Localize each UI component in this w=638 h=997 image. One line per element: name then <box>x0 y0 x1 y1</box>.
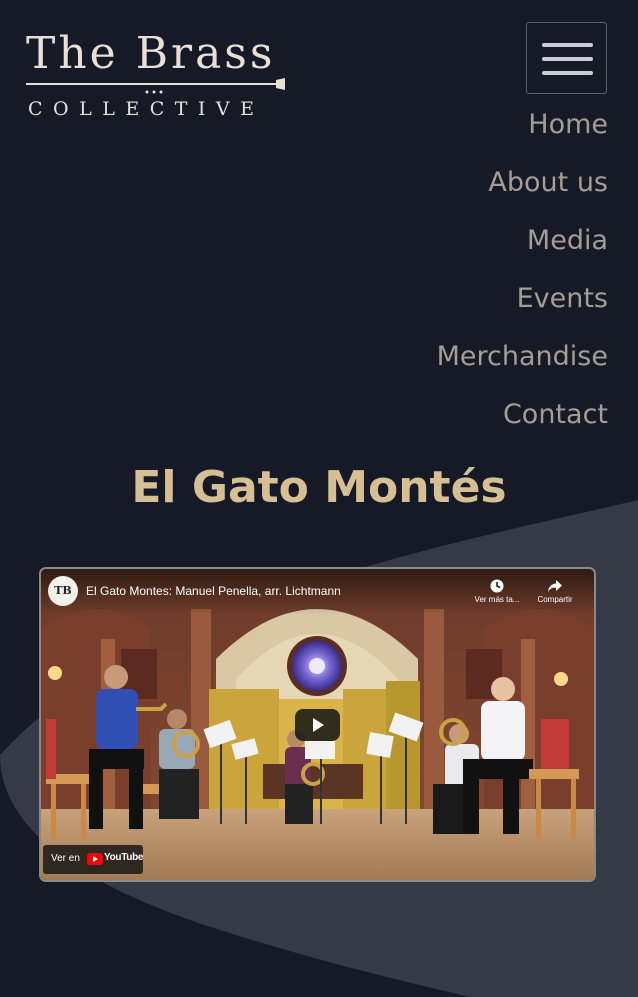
nav-item-contact[interactable]: Contact <box>437 390 608 448</box>
clock-icon <box>490 579 504 593</box>
watch-later-button[interactable]: Ver más ta... <box>471 579 523 604</box>
main-nav: Home About us Media Events Merchandise C… <box>437 100 608 448</box>
nav-item-events[interactable]: Events <box>437 274 608 332</box>
share-icon <box>548 580 562 592</box>
page-title: El Gato Montés <box>131 462 507 513</box>
watch-later-label: Ver más ta... <box>474 595 520 604</box>
nav-item-merchandise[interactable]: Merchandise <box>437 332 608 390</box>
watch-on-label: Ver en <box>51 853 80 864</box>
share-label: Compartir <box>537 595 573 604</box>
youtube-label: YouTube <box>104 852 144 863</box>
site-logo[interactable]: The Brass COLLECTIVE <box>26 28 288 124</box>
channel-avatar[interactable]: TB <box>48 576 78 606</box>
video-embed[interactable]: TB El Gato Montes: Manuel Penella, arr. … <box>41 569 594 880</box>
youtube-logo-icon <box>87 853 103 865</box>
nav-item-about-us[interactable]: About us <box>437 158 608 216</box>
logo-subtitle: COLLECTIVE <box>28 98 265 120</box>
play-icon[interactable] <box>295 709 340 741</box>
video-title[interactable]: El Gato Montes: Manuel Penella, arr. Lic… <box>86 584 341 598</box>
nav-item-home[interactable]: Home <box>437 100 608 158</box>
menu-toggle-button[interactable] <box>526 22 607 94</box>
logo-title: The Brass <box>26 28 276 79</box>
share-button[interactable]: Compartir <box>529 579 581 604</box>
nav-item-media[interactable]: Media <box>437 216 608 274</box>
watch-on-youtube-button[interactable]: Ver en YouTube <box>43 845 144 874</box>
logo-rule-icon <box>26 78 285 94</box>
